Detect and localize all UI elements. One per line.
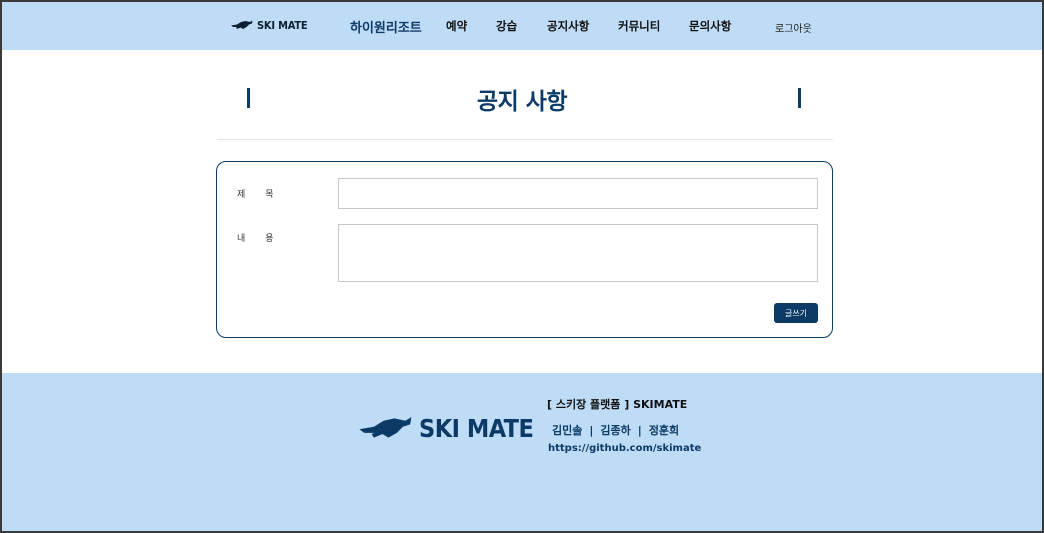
footer-platform: [ 스키장 플랫폼 ] SKIMATE [547,398,688,411]
nav-reserve[interactable]: 예약 [446,18,467,34]
write-submit-button[interactable]: 글쓰기 [774,303,818,323]
github-link[interactable]: https://github.com/skimate [548,443,701,454]
title-label: 제목 [237,190,294,200]
footer-logo-text: SKI MATE [419,413,534,443]
content-textarea[interactable] [338,224,818,282]
content-label: 내용 [237,234,294,244]
title-accent-right [798,88,801,108]
snowboarder-icon [231,20,253,29]
nav-resort[interactable]: 하이원리조트 [350,17,422,36]
logout-link[interactable]: 로그아웃 [775,20,812,35]
member-name: 김종하 [600,424,631,437]
member-name: 정훈희 [648,424,680,437]
top-header: SKI MATE 하이원리조트 예약 강습 공지사항 커뮤니티 문의사항 로그아… [2,2,1042,50]
snowboarder-icon [359,417,412,438]
title-input[interactable] [338,178,818,209]
nav-inquiry[interactable]: 문의사항 [689,18,731,34]
header-logo-text: SKI MATE [257,18,308,32]
member-separator: | [637,424,642,437]
nav-lesson[interactable]: 강습 [496,18,517,34]
header-logo[interactable]: SKI MATE [230,18,308,32]
member-separator: | [589,424,594,437]
nav-community[interactable]: 커뮤니티 [618,18,660,34]
footer: SKI MATE [ 스키장 플랫폼 ] SKIMATE 김민솔 | 김종하 | 정훈희… [2,373,1042,531]
member-name: 김민솔 [552,424,583,437]
notice-write-form: 제목 내용 글쓰기 [216,161,833,338]
nav-notice[interactable]: 공지사항 [547,18,589,34]
title-divider [217,139,833,140]
footer-members: 김민솔 | 김종하 | 정훈희 [552,422,679,438]
page-title: 공지 사항 [476,89,568,115]
browser-frame: SKI MATE 하이원리조트 예약 강습 공지사항 커뮤니티 문의사항 로그아… [0,0,1044,533]
footer-logo: SKI MATE [357,411,534,445]
